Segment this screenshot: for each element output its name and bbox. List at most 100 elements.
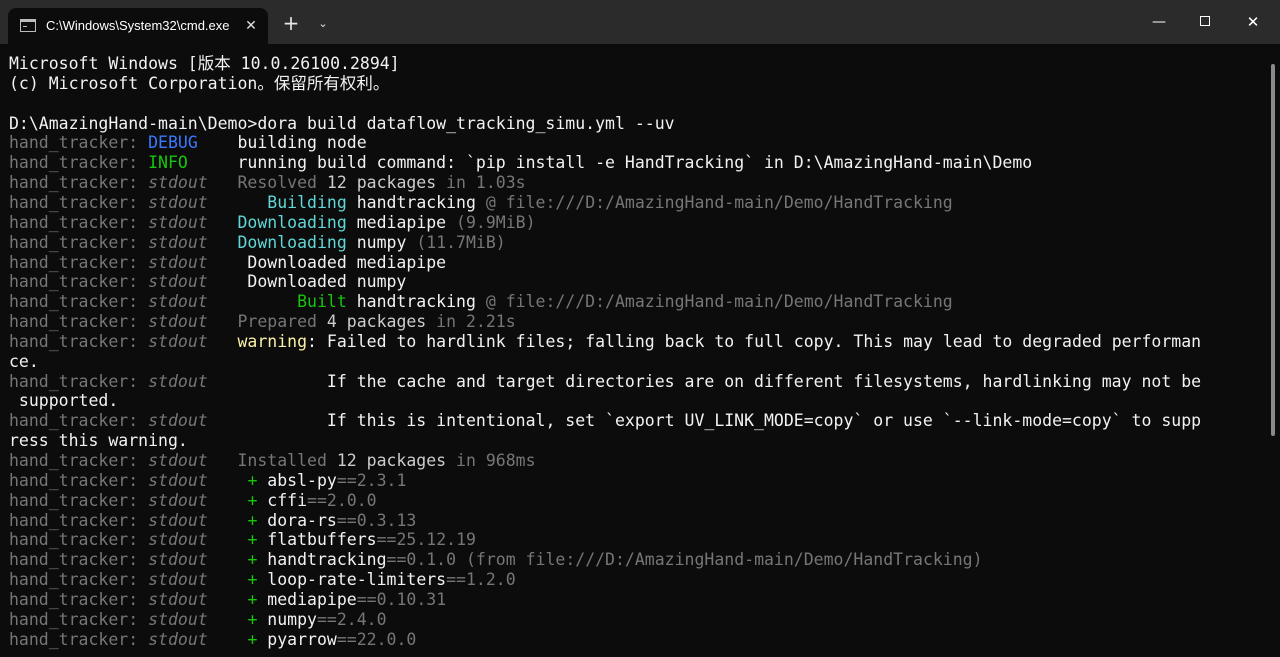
terminal-text: running build command: `pip install -e H… — [187, 153, 1033, 173]
terminal-line: (c) Microsoft Corporation。保留所有权利。 — [9, 74, 389, 94]
terminal-text: flatbuffers — [257, 530, 377, 550]
close-button[interactable]: ✕ — [1230, 0, 1276, 44]
terminal-text: handtracking — [346, 192, 476, 212]
terminal-text: ==2.4.0 — [316, 609, 387, 629]
terminal-line: hand_tracker: INFO running build command… — [9, 153, 1032, 173]
terminal-text: stdout — [148, 570, 208, 590]
terminal-line: hand_tracker: stdout Downloaded numpy — [9, 272, 406, 292]
terminal-text: stdout — [148, 272, 208, 292]
terminal-text: + — [247, 490, 258, 510]
title-bar: C:\Windows\System32\cmd.exe ✕ + ⌄ — ✕ — [0, 0, 1280, 44]
terminal-line: D:\AmazingHand-main\Demo>dora build data… — [9, 114, 675, 134]
terminal-text: + — [247, 550, 258, 570]
terminal-text: hand_tracker: — [9, 272, 149, 292]
chevron-down-icon[interactable]: ⌄ — [312, 11, 334, 37]
terminal-text: hand_tracker: — [9, 212, 149, 232]
terminal-line: Microsoft Windows [版本 10.0.26100.2894] — [9, 54, 400, 74]
terminal-text: hand_tracker: — [9, 570, 149, 590]
terminal-text: 4 packages — [326, 312, 427, 332]
terminal-text: ==22.0.0 — [336, 629, 417, 649]
terminal-text: handtracking — [346, 292, 476, 312]
terminal-text: hand_tracker: — [9, 232, 149, 252]
terminal-text: hand_tracker: — [9, 490, 149, 510]
terminal-line: supported. — [9, 391, 118, 411]
terminal-text: Downloading — [237, 232, 347, 252]
terminal-text: Building — [267, 192, 347, 212]
terminal-line: hand_tracker: stdout Resolved 12 package… — [9, 173, 526, 193]
terminal-text: ce. — [9, 351, 39, 371]
terminal-text: ==1.2.0 — [446, 570, 516, 590]
terminal-text: + — [247, 530, 258, 550]
terminal-text: stdout — [148, 192, 208, 212]
maximize-button[interactable] — [1182, 0, 1228, 44]
minimize-button[interactable]: — — [1136, 0, 1182, 44]
terminal-text: Microsoft Windows [版本 10.0.26100.2894] — [9, 54, 400, 73]
terminal-text: hand_tracker: — [9, 312, 149, 332]
terminal-text: warning — [237, 331, 308, 351]
terminal-line: hand_tracker: stdout Built handtracking … — [9, 292, 953, 312]
terminal-text: in 1.03s — [436, 173, 526, 193]
terminal-line: hand_tracker: stdout warning: Failed to … — [9, 332, 1201, 352]
terminal-text: hand_tracker: — [9, 609, 149, 629]
scrollbar[interactable] — [1271, 64, 1275, 436]
terminal-text: hand_tracker: — [9, 510, 149, 530]
terminal-line: hand_tracker: stdout + loop-rate-limiter… — [9, 570, 516, 590]
terminal-text: ==0.1.0 (from file:///D:/AmazingHand-mai… — [386, 550, 983, 570]
terminal-text: absl-py — [257, 470, 337, 490]
terminal-text: hand_tracker: — [9, 153, 149, 173]
terminal-line: hand_tracker: stdout + mediapipe==0.10.3… — [9, 590, 446, 610]
terminal-text: mediapipe — [257, 589, 357, 609]
terminal-text: stdout — [148, 451, 208, 470]
terminal-text: stdout — [148, 232, 208, 252]
terminal-line: hand_tracker: stdout If the cache and ta… — [9, 372, 1201, 392]
terminal-text: stdout — [148, 609, 208, 629]
terminal-text: in 2.21s — [426, 312, 516, 332]
terminal-text: hand_tracker: — [9, 331, 149, 351]
terminal-text: stdout — [148, 312, 208, 332]
terminal-text: + — [247, 589, 258, 609]
terminal-text: stdout — [148, 490, 208, 510]
terminal-text: INFO — [148, 153, 188, 173]
terminal-line: hand_tracker: stdout Building handtracki… — [9, 193, 953, 213]
terminal-text: ==2.3.1 — [336, 470, 407, 490]
terminal-text: mediapipe — [346, 212, 447, 232]
terminal-text: stdout — [148, 212, 208, 232]
terminal-text: building node — [197, 133, 367, 153]
terminal-line: hand_tracker: stdout + pyarrow==22.0.0 — [9, 630, 416, 650]
terminal-text: pyarrow — [257, 629, 337, 649]
terminal-output[interactable]: Microsoft Windows [版本 10.0.26100.2894] (c… — [0, 44, 1280, 657]
terminal-text: @ file:///D:/AmazingHand-main/Demo/HandT… — [475, 292, 953, 312]
terminal-line: hand_tracker: stdout Installed 12 packag… — [9, 451, 536, 471]
terminal-text: loop-rate-limiters — [257, 570, 447, 590]
terminal-text: hand_tracker: — [9, 173, 149, 193]
tab-cmd[interactable]: C:\Windows\System32\cmd.exe ✕ — [8, 8, 268, 44]
terminal-text: stdout — [148, 292, 208, 312]
terminal-text: ==2.0.0 — [307, 490, 377, 510]
tab-close-icon[interactable]: ✕ — [238, 13, 264, 39]
terminal-text: hand_tracker: — [9, 451, 149, 470]
terminal-text: numpy — [346, 232, 407, 252]
terminal-text: (9.9MiB) — [446, 212, 536, 232]
terminal-text: ==0.3.13 — [336, 510, 417, 530]
maximize-icon — [1200, 16, 1210, 26]
terminal-text: hand_tracker: — [9, 192, 149, 212]
terminal-text: hand_tracker: — [9, 589, 149, 609]
terminal-text: stdout — [148, 371, 208, 391]
terminal-text: 12 packages — [326, 173, 437, 193]
terminal-line: ce. — [9, 352, 39, 372]
terminal-icon — [20, 19, 36, 32]
terminal-line: hand_tracker: stdout + handtracking==0.1… — [9, 550, 983, 570]
new-tab-button[interactable]: + — [278, 11, 304, 37]
terminal-text: + — [247, 510, 258, 530]
terminal-text: Downloading — [237, 212, 347, 232]
terminal-text: ==25.12.19 — [376, 530, 476, 550]
